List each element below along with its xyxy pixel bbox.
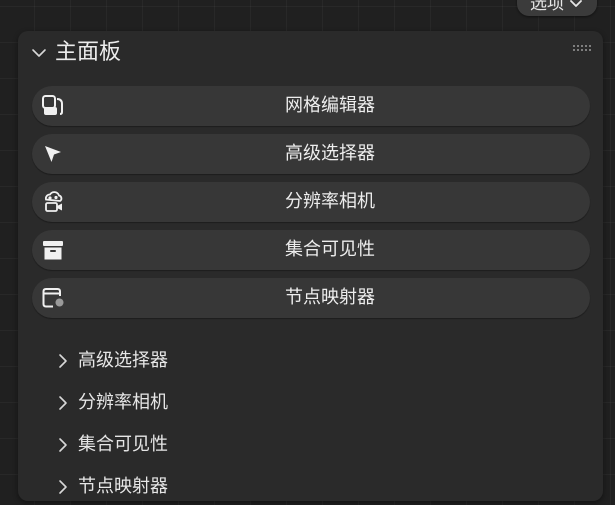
chevron-right-icon bbox=[56, 395, 70, 411]
subpanel-label: 高级选择器 bbox=[78, 350, 168, 371]
tool-button-list: 网格编辑器 高级选择器 分辨率相机 集合可见性 节点映射器 bbox=[32, 86, 590, 326]
tool-button-resolution-camera[interactable]: 分辨率相机 bbox=[32, 182, 590, 222]
grip-dots-icon[interactable] bbox=[573, 45, 593, 55]
panel-header[interactable]: 主面板 bbox=[18, 31, 603, 75]
chevron-right-icon bbox=[56, 479, 70, 495]
tool-button-label: 网格编辑器 bbox=[285, 95, 375, 116]
subpanel-list: 高级选择器 分辨率相机 集合可见性 节点映射器 bbox=[56, 340, 576, 501]
chevron-down-icon[interactable] bbox=[31, 45, 47, 59]
tool-button-mesh-editor[interactable]: 网格编辑器 bbox=[32, 86, 590, 126]
chevron-down-icon bbox=[570, 0, 582, 16]
tool-button-label: 高级选择器 bbox=[285, 143, 375, 164]
tool-button-label: 分辨率相机 bbox=[285, 191, 375, 212]
tool-button-label: 节点映射器 bbox=[285, 287, 375, 308]
panel-title: 主面板 bbox=[55, 40, 122, 65]
subpanel-advanced-selector[interactable]: 高级选择器 bbox=[56, 340, 356, 382]
tool-button-collection-visibility[interactable]: 集合可见性 bbox=[32, 230, 590, 270]
subpanel-label: 集合可见性 bbox=[78, 434, 168, 455]
main-panel: 主面板 网格编辑器 高级选择器 分辨率相机 集合可见性 节点映射器 高级选择器 … bbox=[18, 31, 603, 501]
subpanel-resolution-camera[interactable]: 分辨率相机 bbox=[56, 382, 356, 424]
tool-button-advanced-selector[interactable]: 高级选择器 bbox=[32, 134, 590, 174]
subpanel-collection-visibility[interactable]: 集合可见性 bbox=[56, 424, 356, 466]
tool-button-node-mapper[interactable]: 节点映射器 bbox=[32, 278, 590, 318]
chevron-right-icon bbox=[56, 353, 70, 369]
options-button[interactable]: 选项 bbox=[517, 0, 597, 16]
subpanel-node-mapper[interactable]: 节点映射器 bbox=[56, 466, 356, 501]
options-button-label: 选项 bbox=[530, 0, 564, 14]
tool-button-label: 集合可见性 bbox=[285, 239, 375, 260]
subpanel-label: 分辨率相机 bbox=[78, 392, 168, 413]
chevron-right-icon bbox=[56, 437, 70, 453]
subpanel-label: 节点映射器 bbox=[78, 476, 168, 497]
